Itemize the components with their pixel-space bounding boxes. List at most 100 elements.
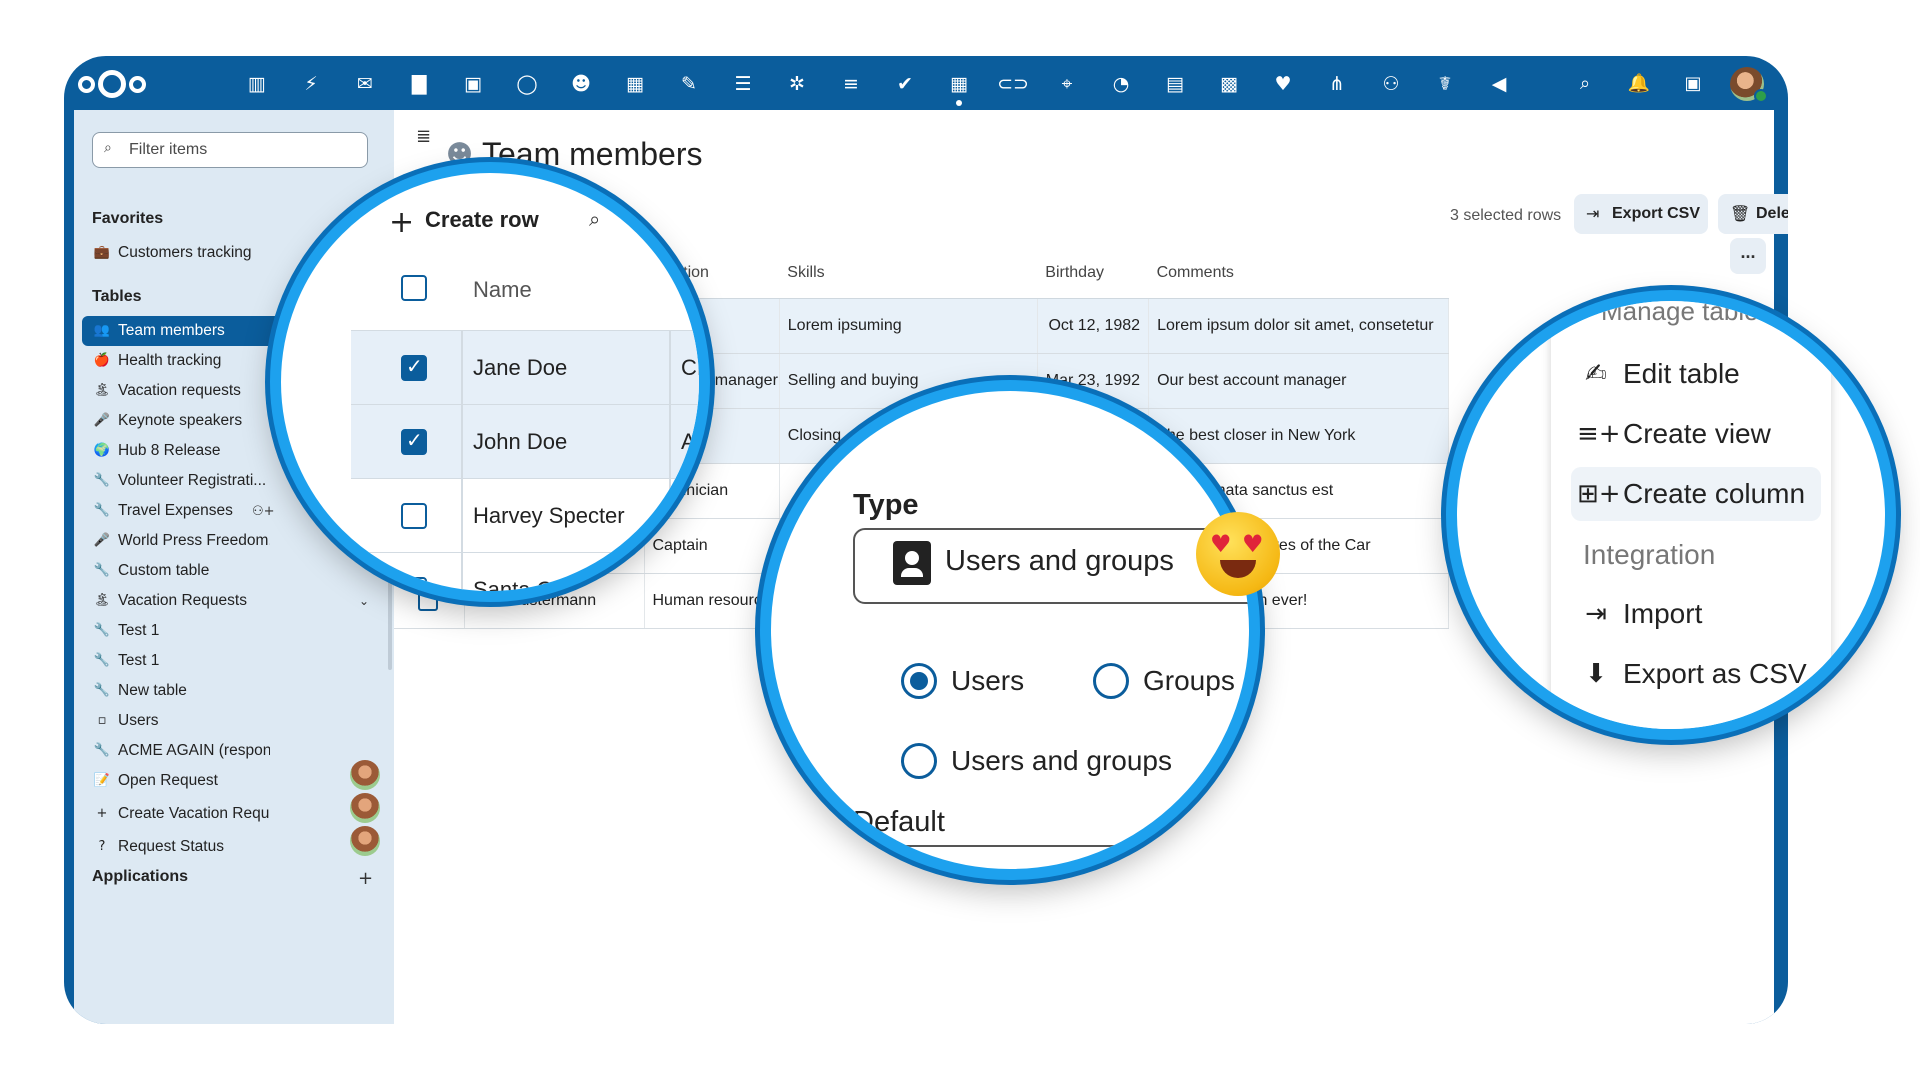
row-checkbox[interactable] [401,428,427,455]
type-label: Type [853,489,919,521]
zoom-lens-column-type: Type Users and groups Users Groups Users… [760,380,1260,880]
sidebar-item-label: Team members [118,322,225,339]
transport-icon[interactable]: ▤ [1158,67,1192,101]
maps-icon[interactable]: ⌖ [1050,67,1084,101]
sidebar-item-new-table[interactable]: 🔧 New table [82,676,270,706]
sidebar-item-customers-tracking[interactable]: 💼 Customers tracking [82,238,270,268]
heart-icon: ♥ [1210,530,1232,558]
table-emoji-icon: 🔧 [93,623,111,638]
default-label: Default [853,806,945,838]
ocs-icon[interactable]: ⊂⊃ [996,67,1030,101]
table-emoji-icon: ▫ [97,713,107,728]
sidebar-item-world-press-freedom[interactable]: 🎤 World Press Freedom... [82,526,270,556]
filter-input[interactable]: Filter items [92,132,368,168]
radio-users[interactable] [901,663,937,699]
checklist-icon[interactable]: ✔ [888,67,922,101]
row-checkbox[interactable] [401,354,427,381]
sidebar-item-label: New table [118,682,187,699]
radio-groups[interactable] [1093,663,1129,699]
sidebar-item-test-1[interactable]: 🔧 Test 1 [82,616,270,646]
radio-users-and-groups[interactable] [901,743,937,779]
dashboard-gauge-icon[interactable]: ◔ [1104,67,1138,101]
create-row-button[interactable]: Create row [425,207,539,233]
default-field[interactable] [853,845,1233,847]
nextcloud-logo[interactable] [78,70,148,98]
avatar [350,826,380,856]
table-emoji-icon: 🏝 [93,593,111,608]
sidebar-item-open-request[interactable]: 📝 Open Request [82,766,270,796]
calendar-icon[interactable]: ▦ [618,67,652,101]
tables-icon[interactable]: ▦ [942,67,976,106]
menu-item-export-as-csv[interactable]: ⬇ Export as CSV [1571,647,1821,701]
activity-icon[interactable]: ⚡ [294,67,328,101]
column-header[interactable]: Birthday [1037,248,1149,299]
table-emoji-icon: 🏝 [93,383,111,398]
dashboard-icon[interactable]: ▥ [240,67,274,101]
share-icon: ⚇+ [252,504,275,519]
sidebar-item-custom-table[interactable]: 🔧 Custom table [82,556,270,586]
cospend-icon[interactable]: ✲ [780,67,814,101]
sidebar-item-hub-8-release[interactable]: 🌍 Hub 8 Release [82,436,270,466]
deck-icon[interactable]: ☰ [726,67,760,101]
favorites-heading: Favorites [92,210,164,227]
search-icon[interactable]: ⌕ [1568,67,1602,101]
table-emoji-icon: 🔧 [93,503,111,518]
column-header[interactable]: Skills [779,248,1038,299]
analytics-icon[interactable]: ⋔ [1320,67,1354,101]
sidebar-item-users[interactable]: ▫ Users [82,706,270,736]
sidebar-item-vacation-requests[interactable]: 🏝 Vacation requests [82,376,270,406]
export-as-csv-icon: ⬇ [1585,659,1607,689]
health-icon[interactable]: ♥ [1266,67,1300,101]
trash-icon: 🗑 [1730,204,1751,223]
navigation-toggle-icon[interactable]: ≣ [416,126,431,147]
menu-item-create-column[interactable]: ⊞+ Create column [1571,467,1821,521]
row-checkbox[interactable] [401,503,427,529]
contacts-menu-icon[interactable]: ▣ [1676,67,1710,101]
sidebar-item-request-status[interactable]: ? Request Status [82,832,270,862]
briefcase-icon[interactable]: ▩ [1212,67,1246,101]
menu-item-label: Create column [1623,478,1806,509]
delete-label: Delete [1756,205,1788,222]
sidebar-item-label: Vacation Requests [118,592,247,609]
select-all-checkbox[interactable] [401,275,427,301]
notes-icon[interactable]: ✎ [672,67,706,101]
export-icon: ⇥ [1586,204,1600,223]
notifications-icon[interactable]: 🔔 [1622,67,1656,101]
sidebar-item-acme-again-responses[interactable]: 🔧 ACME AGAIN (responses).... [82,736,270,766]
search-icon: ⌕ [104,140,112,156]
export-csv-button[interactable]: ⇥ Export CSV [1574,194,1708,234]
avatar [350,793,380,823]
tasks-icon[interactable]: ≡ [834,67,868,101]
mail-icon[interactable]: ✉ [348,67,382,101]
announcements-icon[interactable]: ◀ [1482,67,1516,101]
talk-icon[interactable]: ◯ [510,67,544,101]
sidebar-item-travel-expenses[interactable]: 🔧 Travel Expenses [82,496,270,526]
add-application-icon[interactable]: + [358,868,373,889]
menu-item-edit-table[interactable]: ✍ Edit table [1571,347,1821,401]
sidebar-item-volunteer-registrati[interactable]: 🔧 Volunteer Registrati... [82,466,270,496]
recognize-icon[interactable]: ☤ [1428,67,1462,101]
sidebar-item-keynote-speakers[interactable]: 🎤 Keynote speakers [82,406,270,436]
sidebar-item-create-vacation-request[interactable]: + Create Vacation Request [82,799,270,829]
sidebar-item-health-tracking[interactable]: 🍎 Health tracking [82,346,270,376]
table-options-button[interactable]: ... [1730,238,1766,274]
sidebar-item-test-1[interactable]: 🔧 Test 1 [82,646,270,676]
user-icon[interactable]: ⚇ [1374,67,1408,101]
search-icon[interactable]: ⌕ [589,207,600,231]
delete-button[interactable]: 🗑 Delete [1718,194,1788,234]
sidebar-item-vacation-requests[interactable]: 🏝 Vacation Requests [82,586,270,616]
table-emoji-icon: 🔧 [93,473,111,488]
chevron-down-icon[interactable]: ⌄ [359,594,369,608]
column-header[interactable]: Comments [1148,248,1449,299]
emoji-mouth [1220,560,1256,578]
photos-icon[interactable]: ▣ [456,67,490,101]
integration-heading: Integration [1583,539,1716,570]
sidebar-item-team-members[interactable]: 👥 Team members [82,316,282,346]
tables-heading: Tables [92,288,142,305]
table-emoji-icon: 🍎 [93,353,111,368]
menu-item-create-view[interactable]: ≡+ Create view [1571,407,1821,461]
contacts-icon[interactable]: ☻ [564,67,598,101]
files-icon[interactable]: ▇ [402,67,436,101]
name-cell: John Doe [473,429,568,454]
menu-item-import[interactable]: ⇥ Import [1571,587,1821,641]
